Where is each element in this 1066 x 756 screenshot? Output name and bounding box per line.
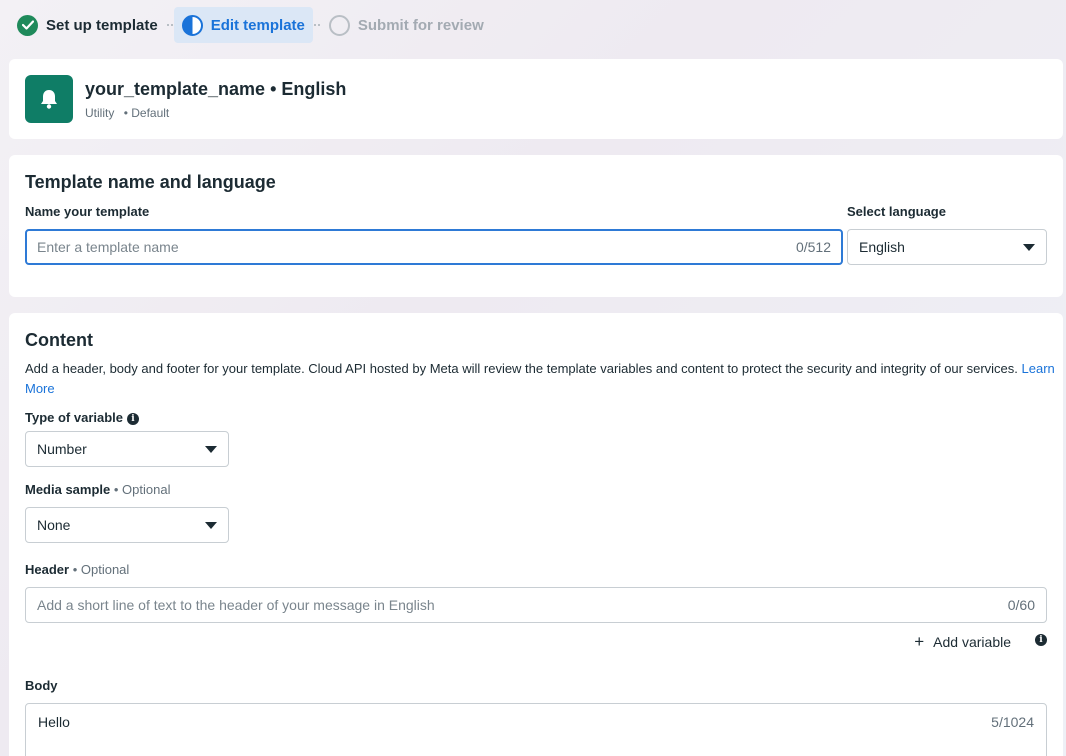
variable-type-label: Type of variable i — [25, 410, 140, 425]
media-sample-label: Media sample • Optional — [25, 482, 170, 497]
language-select[interactable]: English — [847, 229, 1047, 265]
body-counter: 5/1024 — [991, 714, 1034, 730]
add-variable-label: Add variable — [933, 634, 1011, 650]
step-edit-template[interactable]: Edit template — [173, 7, 313, 43]
template-type: • Default — [123, 106, 170, 120]
template-name-card: Template name and language Name your tem… — [9, 155, 1063, 297]
body-label: Body — [25, 678, 58, 693]
content-card: Content Add a header, body and footer fo… — [9, 313, 1063, 756]
content-heading: Content — [25, 330, 93, 350]
info-icon[interactable]: i — [127, 413, 140, 425]
media-optional: • Optional — [113, 482, 171, 497]
media-label-text: Media sample — [25, 482, 111, 497]
template-name-input[interactable] — [37, 239, 788, 255]
template-summary-card: your_template_name • English Utility • D… — [9, 59, 1063, 139]
caret-down-icon — [205, 445, 217, 453]
step-separator — [313, 24, 320, 26]
header-input[interactable] — [37, 597, 1000, 613]
variable-type-select[interactable]: Number — [25, 431, 229, 467]
caret-down-icon — [1023, 243, 1035, 251]
header-label-text: Header — [25, 562, 70, 577]
template-meta: Utility • Default — [85, 106, 169, 120]
language-label: Select language — [847, 204, 946, 219]
language-value: English — [859, 239, 905, 255]
body-text[interactable]: Hello — [38, 714, 70, 730]
template-category: Utility — [85, 106, 115, 120]
step-set-up-template[interactable]: Set up template — [9, 7, 166, 43]
step-label: Set up template — [46, 16, 158, 34]
bell-icon — [41, 90, 57, 109]
description-text: Add a header, body and footer for your t… — [25, 361, 1018, 376]
header-field[interactable]: 0/60 — [25, 587, 1047, 623]
template-logo — [25, 75, 73, 123]
info-icon[interactable]: i — [1035, 634, 1047, 646]
stepper: Set up template Edit template Submit for… — [9, 7, 492, 43]
media-value: None — [37, 517, 71, 533]
header-label: Header • Optional — [25, 562, 129, 577]
name-label: Name your template — [25, 204, 150, 219]
name-counter: 0/512 — [795, 239, 831, 255]
template-title: your_template_name • English — [85, 79, 347, 99]
variable-type-label-text: Type of variable — [25, 410, 124, 425]
half-circle-icon — [181, 14, 203, 36]
step-label: Edit template — [210, 16, 305, 34]
add-variable-button[interactable]: + Add variable — [914, 632, 1011, 652]
media-sample-select[interactable]: None — [25, 507, 229, 543]
step-separator — [166, 24, 173, 26]
template-name-field[interactable]: 0/512 — [25, 229, 843, 265]
check-circle-icon — [17, 14, 38, 36]
caret-down-icon — [205, 521, 217, 529]
section-heading: Template name and language — [25, 172, 276, 192]
content-description: Add a header, body and footer for your t… — [25, 359, 1055, 399]
body-field[interactable]: Hello 5/1024 — [25, 703, 1047, 756]
header-counter: 0/60 — [1007, 597, 1035, 613]
variable-type-value: Number — [37, 441, 87, 457]
step-submit-for-review[interactable]: Submit for review — [321, 7, 492, 43]
empty-circle-icon — [328, 14, 350, 36]
header-optional: • Optional — [72, 562, 130, 577]
plus-icon: + — [914, 632, 925, 651]
step-label: Submit for review — [357, 16, 484, 34]
